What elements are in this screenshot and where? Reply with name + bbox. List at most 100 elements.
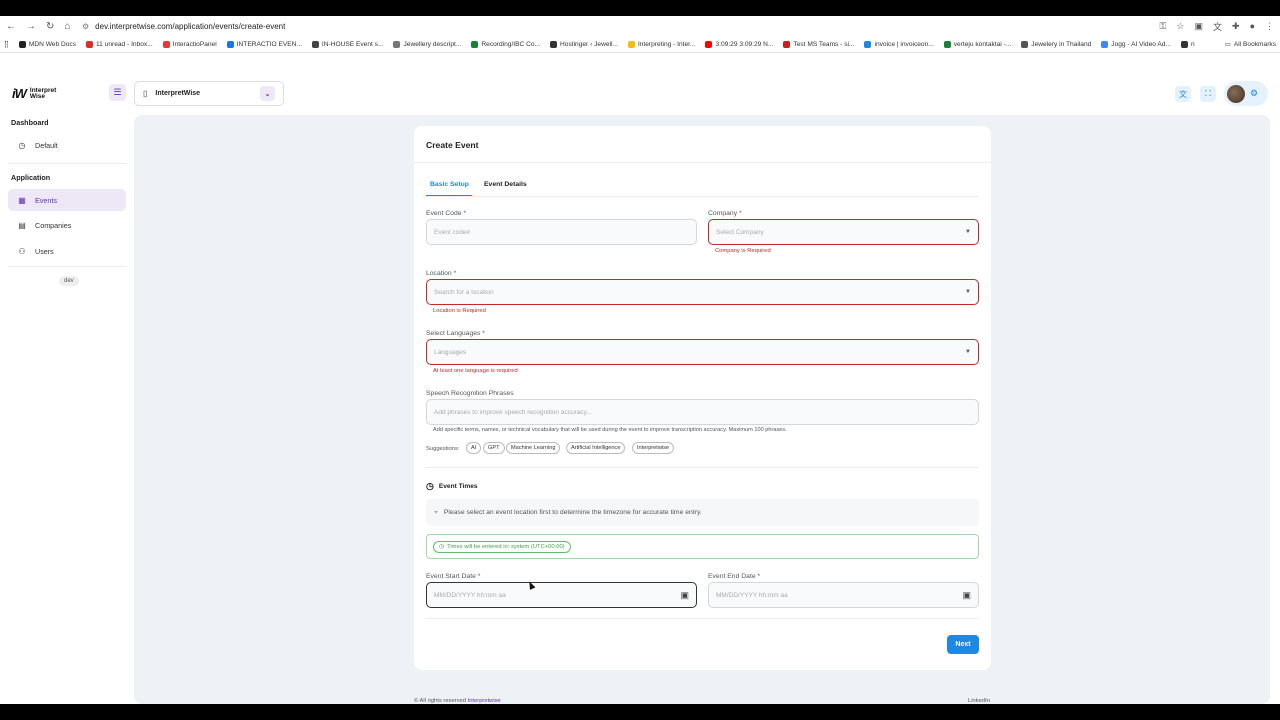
back-icon[interactable]: ← (6, 21, 16, 32)
translate-icon[interactable]: 文 (1213, 20, 1222, 33)
puzzle-icon[interactable]: ✚ (1232, 21, 1240, 32)
dropdown-arrow-icon: ▼ (965, 229, 971, 235)
location-pin-icon: ⌖ (434, 508, 438, 516)
clock-icon: ◷ (426, 481, 434, 491)
company-label: Company * (708, 210, 742, 217)
event-code-input[interactable]: Event code# (426, 219, 697, 245)
location-input[interactable]: Search for a location ▼ (426, 279, 979, 305)
tab-basic-setup[interactable]: Basic Setup (430, 181, 469, 188)
end-date-input[interactable]: MM/DD/YYYY hh:mm aa ▣ (708, 582, 979, 608)
bookmark-item[interactable]: INTERACTIO EVEN... (226, 40, 302, 48)
suggestion-chip[interactable]: Machine Learning (506, 442, 561, 454)
dropdown-arrow-icon: ▼ (965, 349, 971, 355)
suggestion-chip[interactable]: GPT (483, 442, 505, 454)
footer-copyright: © All rights reserved Interpretwise (414, 698, 501, 704)
browser-window: ← → ↻ ⌂ ⚙ dev.interpretwise.com/applicat… (0, 16, 1280, 704)
workspace-icon: ▯ (143, 89, 148, 98)
sidebar-item-events[interactable]: ▦ Events (8, 189, 126, 211)
bookmark-item[interactable]: MDN Web Docs (18, 40, 76, 48)
bookmark-item[interactable]: invoice | invoiceon... (864, 40, 934, 48)
footer-brand-link[interactable]: Interpretwise (468, 698, 501, 704)
section-application: Application (11, 173, 51, 182)
calendar-icon: ▦ (18, 195, 26, 205)
bookmark-item[interactable]: Jewelery in Thailand (1021, 40, 1091, 48)
extension-icon[interactable]: ▣ (1194, 21, 1203, 32)
sidebar-item-default[interactable]: ◷ Default (8, 134, 126, 156)
sidebar-item-users[interactable]: ⚇ Users (8, 240, 126, 262)
dashboard-icon: ◷ (18, 140, 26, 150)
site-info-icon[interactable]: ⚙ (82, 22, 89, 31)
kebab-menu-icon[interactable]: ⋮ (1265, 21, 1274, 32)
fullscreen-button[interactable]: ⛶ (1200, 86, 1216, 102)
event-times-heading: ◷ Event Times (426, 481, 478, 491)
home-icon[interactable]: ⌂ (64, 21, 70, 32)
bookmark-item[interactable]: n (1180, 40, 1195, 48)
avatar (1227, 84, 1245, 103)
timezone-notice: ◷ Times will be entered in: system (UTC+… (426, 534, 979, 559)
section-divider (426, 618, 979, 619)
sidebar-item-companies[interactable]: ▤ Companies (8, 214, 126, 236)
all-bookmarks[interactable]: ▭ All Bookmarks (1225, 40, 1276, 49)
company-select[interactable]: Select Company ▼ (708, 219, 979, 245)
workspace-name: InterpretWise (155, 90, 201, 97)
suggestion-chip[interactable]: Interpretwise (632, 442, 675, 454)
bookmark-item[interactable]: Hostinger ‹ Jewell... (550, 40, 618, 48)
bookmark-item[interactable]: Test MS Teams - si... (783, 40, 854, 48)
logo-mark-icon: iW (12, 86, 27, 101)
address-bar[interactable]: dev.interpretwise.com/application/events… (95, 22, 285, 31)
chevron-down-icon: ⌄ (260, 86, 275, 101)
page-title: Create Event (426, 140, 479, 150)
location-label: Location * (426, 270, 457, 277)
card-divider (414, 162, 991, 163)
forward-icon[interactable]: → (26, 21, 36, 32)
star-icon[interactable]: ☆ (1176, 21, 1184, 32)
users-icon: ⚇ (18, 246, 26, 256)
bookmark-item[interactable]: 11 unread - Inbox... (86, 40, 153, 48)
favicon-icon (86, 40, 93, 48)
bookmark-item[interactable]: IN-HOUSE Event s... (311, 40, 383, 48)
next-button[interactable]: Next (947, 635, 979, 654)
suggestions-label: Suggestions: (426, 446, 460, 452)
start-date-label: Event Start Date * (426, 573, 481, 580)
event-code-label: Event Code * (426, 210, 467, 217)
calendar-icon[interactable]: ▣ (962, 590, 971, 601)
bookmark-item[interactable]: Jewellery descript... (393, 40, 461, 48)
profile-button[interactable]: ⚙ (1224, 81, 1268, 106)
gear-icon: ⚙ (1250, 88, 1259, 98)
profile-icon[interactable]: ● (1250, 21, 1255, 31)
suggestion-chip[interactable]: AI (466, 442, 482, 454)
suggestion-chip[interactable]: Artificial Intelligence (566, 442, 626, 454)
section-divider (426, 467, 979, 468)
calendar-icon[interactable]: ▣ (680, 590, 689, 601)
favicon-icon (627, 40, 635, 48)
sidebar-divider (8, 266, 126, 267)
bookmark-item[interactable]: Recording/IBC Co... (471, 40, 540, 48)
app: iW Interpret Wise ☰ Dashboard ◷ Default A… (0, 53, 1280, 704)
sidebar-item-label: Companies (35, 220, 72, 230)
tab-event-details[interactable]: Event Details (484, 181, 527, 188)
create-event-card: Create Event Basic Setup Event Details E… (414, 126, 991, 670)
language-button[interactable]: 文 (1175, 86, 1191, 102)
workspace-select[interactable]: ▯ InterpretWise ⌄ (134, 81, 284, 106)
start-date-input[interactable]: MM/DD/YYYY hh:mm aa ▣ (426, 582, 697, 608)
speech-phrases-input[interactable]: Add phrases to improve speech recognitio… (426, 399, 979, 425)
key-icon[interactable]: ⚿ (1160, 21, 1167, 32)
favicon-icon (18, 40, 26, 48)
languages-select[interactable]: Languages ▼ (426, 339, 979, 365)
apps-icon[interactable]: ⣿ (4, 40, 9, 48)
company-error: Company is Required (715, 248, 771, 254)
menu-toggle-button[interactable]: ☰ (109, 84, 126, 101)
reload-icon[interactable]: ↻ (46, 21, 54, 32)
logo[interactable]: iW Interpret Wise (12, 86, 56, 101)
languages-error: At least one language is required (433, 368, 518, 374)
bookmark-item[interactable]: Jogg - AI Video Ad... (1101, 40, 1171, 48)
footer-linkedin-link[interactable]: LinkedIn (968, 698, 990, 704)
bookmark-item[interactable]: verteju kontaktai -... (943, 40, 1011, 48)
location-error: Location is Required (433, 308, 486, 314)
bookmark-item[interactable]: 3:09:29 3:09:29 N... (705, 40, 773, 48)
favicon-icon (943, 40, 951, 48)
favicon-icon (783, 40, 791, 48)
bookmark-item[interactable]: Interpreting - Inter... (627, 40, 695, 48)
sidebar-item-label: Events (35, 195, 57, 205)
bookmark-item[interactable]: InteractioPanel (162, 40, 217, 48)
